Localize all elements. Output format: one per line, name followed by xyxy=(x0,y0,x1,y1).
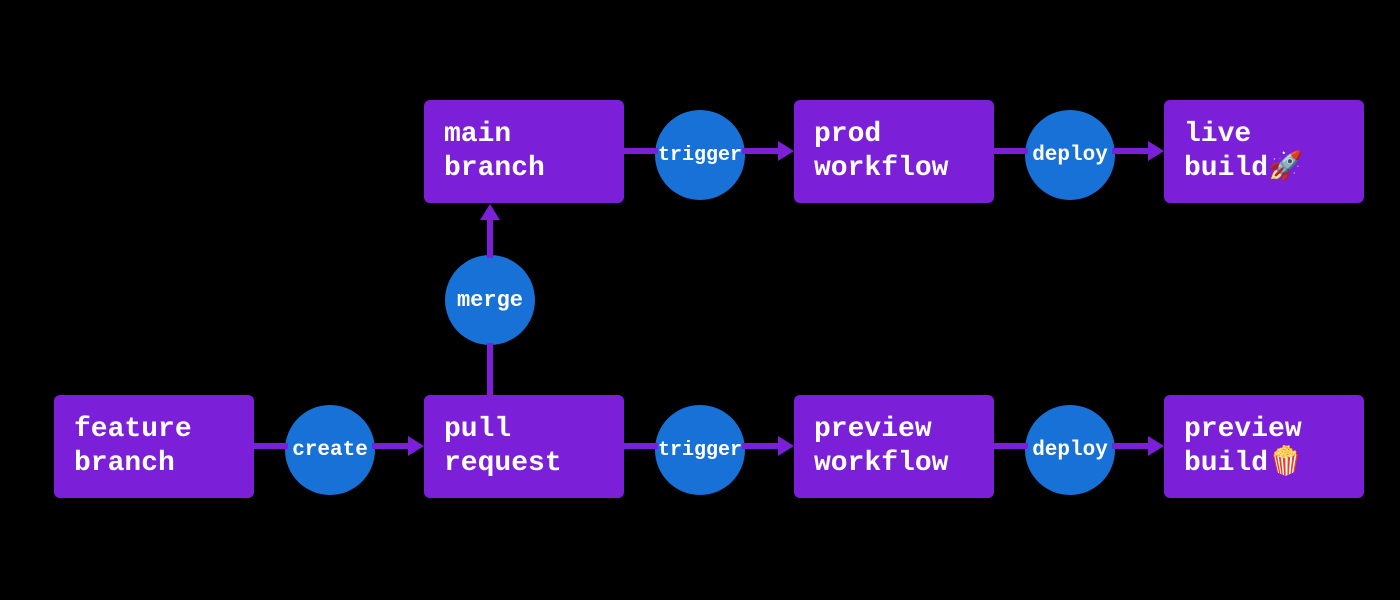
arrow-merge-to-main xyxy=(487,218,493,258)
circle-merge: merge xyxy=(445,255,535,345)
box-preview-build: preview build🍿 xyxy=(1164,395,1364,498)
arrow-prod-to-deploy xyxy=(994,148,1028,154)
box-prod-workflow: prod workflow xyxy=(794,100,994,203)
arrow-pr-to-merge xyxy=(487,343,493,395)
arrowhead-deploy-to-live xyxy=(1148,141,1164,161)
arrowhead-merge-to-main xyxy=(480,204,500,220)
arrowhead-trigger-to-preview xyxy=(778,436,794,456)
arrow-pr-to-trigger xyxy=(624,443,658,449)
box-pull-request: pull request xyxy=(424,395,624,498)
arrow-preview-to-deploy xyxy=(994,443,1028,449)
circle-deploy-bottom: deploy xyxy=(1025,405,1115,495)
box-feature-branch: feature branch xyxy=(54,395,254,498)
arrow-deploy-to-previewbuild xyxy=(1112,443,1150,449)
box-live-build: live build🚀 xyxy=(1164,100,1364,203)
box-main-branch: main branch xyxy=(424,100,624,203)
circle-trigger-top: trigger xyxy=(655,110,745,200)
arrow-feature-to-create xyxy=(254,443,288,449)
arrowhead-create-to-pr xyxy=(408,436,424,456)
box-preview-workflow: preview workflow xyxy=(794,395,994,498)
arrowhead-deploy-to-previewbuild xyxy=(1148,436,1164,456)
arrow-trigger-to-prod xyxy=(742,148,780,154)
arrow-main-to-trigger xyxy=(624,148,658,154)
arrow-create-to-pr xyxy=(372,443,410,449)
arrow-deploy-to-live xyxy=(1112,148,1150,154)
circle-trigger-bottom: trigger xyxy=(655,405,745,495)
arrow-trigger-to-preview xyxy=(742,443,780,449)
arrowhead-trigger-to-prod xyxy=(778,141,794,161)
circle-deploy-top: deploy xyxy=(1025,110,1115,200)
circle-create: create xyxy=(285,405,375,495)
